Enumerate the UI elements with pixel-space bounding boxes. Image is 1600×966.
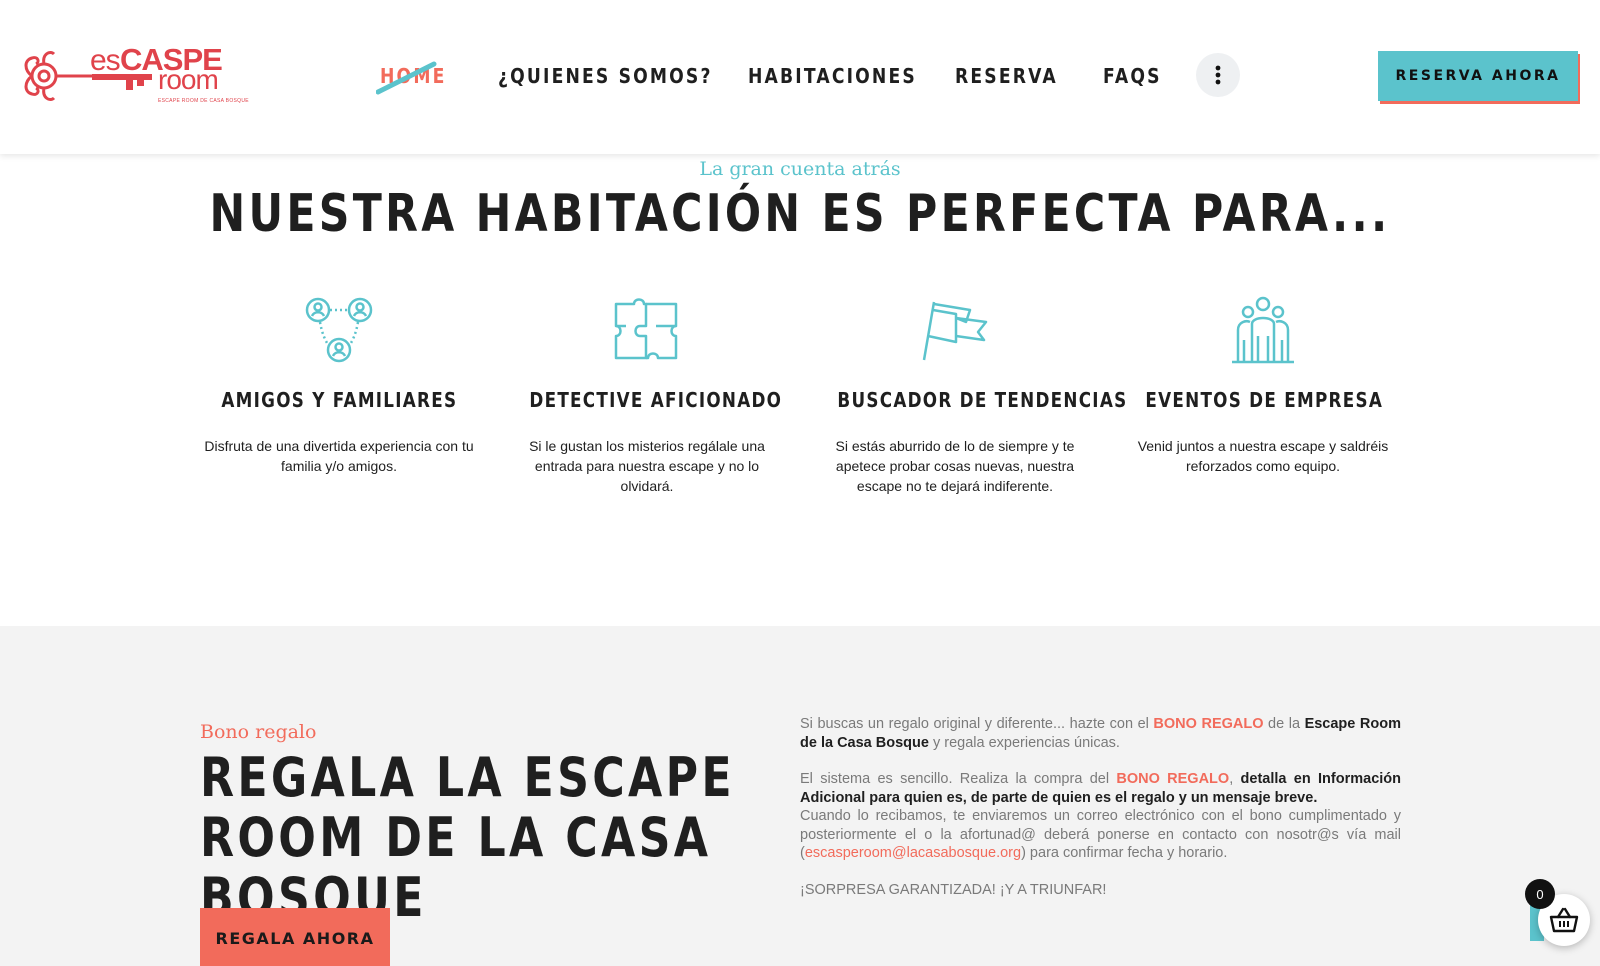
contact-email-link[interactable]: escasperoom@lacasabosque.org bbox=[805, 845, 1021, 861]
key-ornament-icon bbox=[24, 50, 92, 102]
text: de la bbox=[1263, 716, 1305, 732]
cart-count-badge: 0 bbox=[1525, 879, 1555, 909]
gift-title: REGALA LA ESCAPE ROOM DE LA CASA BOSQUE bbox=[200, 746, 735, 929]
text: El sistema es sencillo. Realiza la compr… bbox=[800, 771, 1117, 787]
nav-reserva[interactable]: RESERVA bbox=[955, 56, 1058, 96]
logo-es: es bbox=[90, 44, 121, 77]
basket-icon bbox=[1549, 907, 1579, 933]
gift-paragraph-1: Si buscas un regalo original y diferente… bbox=[800, 715, 1401, 752]
feature-empresa: EVENTOS DE EMPRESA Venid juntos a nuestr… bbox=[1123, 296, 1403, 476]
nav-quienes-somos[interactable]: ¿QUIENES SOMOS? bbox=[498, 56, 713, 96]
feature-amigos: AMIGOS Y FAMILIARES Disfruta de una dive… bbox=[199, 296, 479, 476]
bono-regalo-highlight: BONO REGALO bbox=[1116, 771, 1230, 787]
logo-tagline: ESCAPE ROOM DE CASA BOSQUE bbox=[158, 98, 249, 104]
gift-description: Si buscas un regalo original y diferente… bbox=[800, 715, 1401, 917]
feature-tendencias: BUSCADOR DE TENDENCIAS Si estás aburrido… bbox=[815, 296, 1128, 496]
feature-title: EVENTOS DE EMPRESA bbox=[1145, 388, 1384, 412]
nav-habitaciones[interactable]: HABITACIONES bbox=[748, 56, 917, 96]
kebab-icon bbox=[1215, 65, 1221, 85]
text: , bbox=[1229, 771, 1241, 787]
reserva-ahora-button[interactable]: RESERVA AHORA bbox=[1378, 51, 1578, 101]
feature-title: AMIGOS Y FAMILIARES bbox=[221, 388, 458, 412]
text: y regala experiencias únicas. bbox=[928, 734, 1120, 751]
text: Si buscas un regalo original y diferente… bbox=[800, 716, 1154, 732]
feature-desc: Venid juntos a nuestra escape y saldréis… bbox=[1137, 438, 1389, 474]
more-menu-button[interactable] bbox=[1196, 53, 1240, 97]
team-icon bbox=[1232, 296, 1294, 364]
gift-paragraph-4: ¡SORPRESA GARANTIZADA! ¡Y A TRIUNFAR! bbox=[800, 881, 1107, 898]
gift-paragraph-2: El sistema es sencillo. Realiza la compr… bbox=[800, 770, 1401, 807]
feature-detective: DETECTIVE AFICIONADO Si le gustan los mi… bbox=[507, 296, 787, 496]
puzzle-icon bbox=[614, 298, 678, 360]
site-logo[interactable]: es CASPE room ESCAPE ROOM DE CASA BOSQUE bbox=[22, 42, 249, 108]
feature-desc: Disfruta de una divertida experiencia co… bbox=[204, 438, 474, 474]
bono-regalo-highlight: BONO REGALO bbox=[1153, 716, 1264, 732]
logo-room: room bbox=[158, 64, 219, 95]
nav-home[interactable]: HOME bbox=[380, 56, 446, 96]
group-icon bbox=[305, 297, 373, 363]
gift-paragraph-3: Cuando lo recibamos, te enviaremos un co… bbox=[800, 807, 1401, 863]
flag-icon bbox=[922, 301, 988, 361]
features-title: NUESTRA HABITACIÓN ES PERFECTA PARA... bbox=[209, 184, 1391, 244]
site-header: es CASPE room ESCAPE ROOM DE CASA BOSQUE… bbox=[0, 0, 1600, 154]
feature-title: DETECTIVE AFICIONADO bbox=[529, 388, 783, 412]
feature-desc: Si le gustan los misterios regálale una … bbox=[529, 438, 765, 494]
features-kicker: La gran cuenta atrás bbox=[699, 158, 901, 180]
nav-faqs[interactable]: FAQS bbox=[1103, 56, 1162, 96]
gift-kicker: Bono regalo bbox=[200, 721, 317, 743]
feature-desc: Si estás aburrido de lo de siempre y te … bbox=[835, 438, 1075, 494]
regala-ahora-button[interactable]: REGALA AHORA bbox=[200, 908, 390, 966]
feature-title: BUSCADOR DE TENDENCIAS bbox=[837, 388, 1128, 412]
text: ) para confirmar fecha y horario. bbox=[1021, 845, 1228, 861]
